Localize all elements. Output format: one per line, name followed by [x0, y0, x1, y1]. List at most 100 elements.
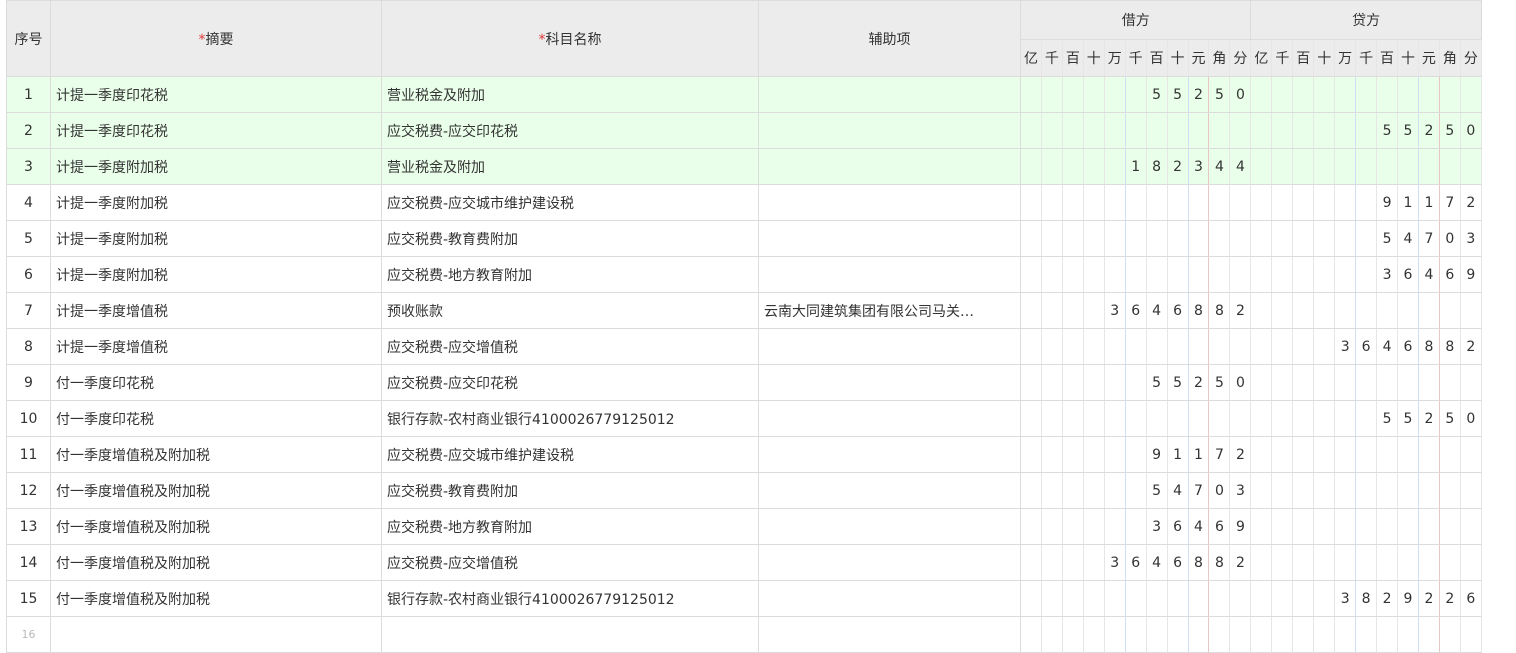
- credit-digit-cell[interactable]: [1417, 472, 1440, 509]
- credit-digit-cell[interactable]: [1271, 220, 1294, 257]
- debit-digit-cell[interactable]: 8: [1187, 292, 1210, 329]
- credit-digit-cell[interactable]: [1250, 76, 1273, 113]
- credit-digit-cell[interactable]: [1313, 616, 1336, 653]
- debit-digit-cell[interactable]: [1061, 436, 1084, 473]
- credit-digit-cell[interactable]: [1355, 256, 1378, 293]
- credit-digit-cell[interactable]: [1397, 508, 1419, 545]
- account-cell[interactable]: 营业税金及附加: [381, 76, 759, 113]
- table-row[interactable]: 9 付一季度印花税 应交税费-应交印花税 5 5 2 5 0: [6, 364, 1482, 401]
- credit-digit-cell[interactable]: [1313, 220, 1336, 257]
- debit-digit-cell[interactable]: 5: [1145, 472, 1168, 509]
- debit-digit-cell[interactable]: [1020, 292, 1042, 329]
- credit-digit-cell[interactable]: 2: [1417, 112, 1440, 149]
- debit-digit-cell[interactable]: [1103, 328, 1126, 365]
- debit-digit-cell[interactable]: 6: [1166, 292, 1189, 329]
- credit-digit-cell[interactable]: [1250, 364, 1273, 401]
- debit-digit-cell[interactable]: [1187, 184, 1210, 221]
- credit-digit-cell[interactable]: 8: [1438, 328, 1461, 365]
- debit-digit-cell[interactable]: [1208, 256, 1231, 293]
- debit-digit-cell[interactable]: [1187, 580, 1210, 617]
- credit-digit-cell[interactable]: [1397, 616, 1419, 653]
- credit-digit-cell[interactable]: [1250, 436, 1273, 473]
- debit-digit-cell[interactable]: [1103, 256, 1126, 293]
- debit-digit-cell[interactable]: 6: [1166, 508, 1189, 545]
- credit-digit-cell[interactable]: [1334, 148, 1357, 185]
- credit-digit-cell[interactable]: [1355, 364, 1378, 401]
- credit-digit-cell[interactable]: [1334, 364, 1357, 401]
- debit-digit-cell[interactable]: [1103, 76, 1126, 113]
- table-row[interactable]: 16: [6, 616, 1482, 653]
- debit-digit-cell[interactable]: [1103, 184, 1126, 221]
- debit-digit-cell[interactable]: [1040, 472, 1063, 509]
- debit-digit-cell[interactable]: [1229, 184, 1252, 221]
- credit-digit-cell[interactable]: [1250, 256, 1273, 293]
- credit-digit-cell[interactable]: [1292, 508, 1315, 545]
- auxiliary-cell[interactable]: [758, 328, 1021, 365]
- debit-digit-cell[interactable]: [1082, 256, 1105, 293]
- credit-digit-cell[interactable]: 5: [1376, 400, 1398, 437]
- debit-digit-cell[interactable]: [1103, 472, 1126, 509]
- debit-digit-cell[interactable]: [1061, 148, 1084, 185]
- debit-digit-cell[interactable]: [1061, 580, 1084, 617]
- table-row[interactable]: 1 计提一季度印花税 营业税金及附加 5 5 2 5 0: [6, 76, 1482, 113]
- credit-digit-cell[interactable]: [1271, 76, 1294, 113]
- credit-digit-cell[interactable]: [1250, 112, 1273, 149]
- credit-digit-cell[interactable]: [1292, 292, 1315, 329]
- debit-digit-cell[interactable]: [1020, 616, 1042, 653]
- credit-digit-cell[interactable]: [1334, 400, 1357, 437]
- credit-digit-cell[interactable]: [1355, 472, 1378, 509]
- debit-digit-cell[interactable]: [1187, 220, 1210, 257]
- credit-digit-cell[interactable]: [1271, 508, 1294, 545]
- debit-digit-cell[interactable]: [1124, 616, 1147, 653]
- debit-digit-cell[interactable]: [1187, 112, 1210, 149]
- table-row[interactable]: 13 付一季度增值税及附加税 应交税费-地方教育附加 3 6 4 6 9: [6, 508, 1482, 545]
- debit-digit-cell[interactable]: [1040, 544, 1063, 581]
- debit-digit-cell[interactable]: 9: [1145, 436, 1168, 473]
- credit-digit-cell[interactable]: [1271, 580, 1294, 617]
- debit-digit-cell[interactable]: 4: [1187, 508, 1210, 545]
- credit-digit-cell[interactable]: [1334, 76, 1357, 113]
- credit-digit-cell[interactable]: [1397, 436, 1419, 473]
- credit-digit-cell[interactable]: 1: [1397, 184, 1419, 221]
- credit-digit-cell[interactable]: 7: [1417, 220, 1440, 257]
- credit-digit-cell[interactable]: 3: [1376, 256, 1398, 293]
- credit-digit-cell[interactable]: [1397, 76, 1419, 113]
- auxiliary-cell[interactable]: [758, 112, 1021, 149]
- debit-digit-cell[interactable]: [1229, 616, 1252, 653]
- summary-cell[interactable]: 付一季度增值税及附加税: [50, 544, 382, 581]
- credit-digit-cell[interactable]: 2: [1417, 580, 1440, 617]
- debit-digit-cell[interactable]: 7: [1208, 436, 1231, 473]
- debit-digit-cell[interactable]: [1229, 580, 1252, 617]
- debit-digit-cell[interactable]: [1166, 616, 1189, 653]
- credit-digit-cell[interactable]: [1438, 472, 1461, 509]
- debit-digit-cell[interactable]: [1208, 184, 1231, 221]
- credit-digit-cell[interactable]: [1313, 328, 1336, 365]
- debit-digit-cell[interactable]: [1124, 328, 1147, 365]
- credit-digit-cell[interactable]: 7: [1438, 184, 1461, 221]
- credit-digit-cell[interactable]: [1438, 292, 1461, 329]
- credit-digit-cell[interactable]: 0: [1459, 400, 1482, 437]
- credit-digit-cell[interactable]: [1271, 328, 1294, 365]
- credit-digit-cell[interactable]: [1313, 364, 1336, 401]
- credit-digit-cell[interactable]: [1250, 184, 1273, 221]
- debit-digit-cell[interactable]: [1124, 220, 1147, 257]
- credit-digit-cell[interactable]: [1355, 220, 1378, 257]
- credit-digit-cell[interactable]: 0: [1438, 220, 1461, 257]
- credit-digit-cell[interactable]: [1459, 76, 1482, 113]
- account-cell[interactable]: 银行存款-农村商业银行4100026779125012: [381, 400, 759, 437]
- credit-digit-cell[interactable]: [1292, 256, 1315, 293]
- credit-digit-cell[interactable]: [1376, 148, 1398, 185]
- debit-digit-cell[interactable]: 8: [1145, 148, 1168, 185]
- credit-digit-cell[interactable]: [1355, 400, 1378, 437]
- credit-digit-cell[interactable]: [1334, 472, 1357, 509]
- debit-digit-cell[interactable]: [1166, 112, 1189, 149]
- credit-digit-cell[interactable]: [1334, 436, 1357, 473]
- debit-digit-cell[interactable]: 3: [1145, 508, 1168, 545]
- debit-digit-cell[interactable]: [1082, 472, 1105, 509]
- debit-digit-cell[interactable]: 0: [1229, 364, 1252, 401]
- credit-digit-cell[interactable]: [1376, 472, 1398, 509]
- account-cell[interactable]: 应交税费-应交印花税: [381, 112, 759, 149]
- debit-digit-cell[interactable]: [1061, 544, 1084, 581]
- credit-digit-cell[interactable]: 6: [1355, 328, 1378, 365]
- credit-digit-cell[interactable]: [1459, 292, 1482, 329]
